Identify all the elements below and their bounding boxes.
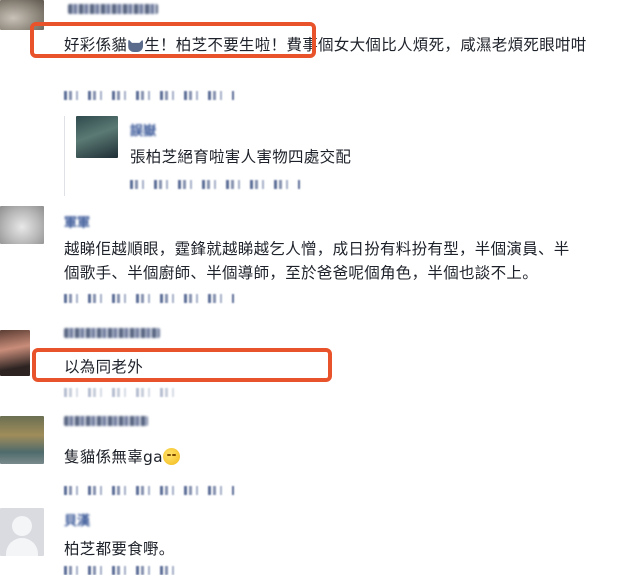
commenter-name[interactable]	[64, 416, 148, 426]
comment-text: 好彩係貓 生！柏芝不要生啦！費事個女大個比人煩死，咸濕老煩死眼咁咁	[64, 36, 587, 54]
avatar[interactable]	[0, 416, 44, 464]
avatar[interactable]	[0, 330, 30, 376]
comment-actions[interactable]	[64, 91, 234, 100]
commenter-name[interactable]	[68, 4, 158, 14]
comment-text: 以為同老外	[64, 358, 144, 376]
reply-avatar[interactable]	[76, 116, 118, 158]
smiley-icon	[162, 448, 180, 465]
commenter-name[interactable]: 貝漢	[64, 510, 90, 529]
comment-text: 隻貓係無辜ga	[64, 446, 180, 468]
comment-6: 貝漢 柏芝都要食嘢。	[0, 508, 640, 575]
avatar[interactable]	[0, 508, 44, 556]
avatar[interactable]	[0, 206, 44, 244]
cat-face-icon	[128, 39, 144, 52]
comment-text-line-2: 個歌手、半個廚師、半個導師，至於爸爸呢個角色，半個也談不上。	[64, 264, 539, 282]
commenter-name[interactable]	[64, 328, 160, 338]
reply-comment: 誤嶽 張柏芝絕育啦害人害物四處交配	[0, 116, 640, 196]
comment-5: 隻貓係無辜ga	[0, 408, 640, 498]
comment-actions[interactable]	[64, 486, 234, 495]
reply-text: 張柏芝絕育啦害人害物四處交配	[130, 148, 352, 166]
comment-3: 軍軍 越睇佢越順眼，霆鋒就越睇越乞人憎，成日扮有料扮有型，半個演員、半 個歌手、…	[0, 206, 640, 306]
comment-text: 柏芝都要食嘢。	[64, 540, 175, 558]
avatar[interactable]	[0, 0, 44, 30]
comment-4: 以為同老外	[0, 322, 640, 397]
default-avatar-icon	[12, 516, 32, 536]
reply-actions[interactable]	[130, 180, 300, 189]
commenter-name[interactable]: 軍軍	[64, 212, 90, 231]
reply-name[interactable]: 誤嶽	[130, 120, 156, 139]
comment-text-line-1: 越睇佢越順眼，霆鋒就越睇越乞人憎，成日扮有料扮有型，半個演員、半	[64, 240, 570, 258]
comment-actions[interactable]	[64, 388, 184, 397]
comment-actions[interactable]	[64, 294, 234, 303]
comment-1: 好彩係貓 生！柏芝不要生啦！費事個女大個比人煩死，咸濕老煩死眼咁咁	[0, 0, 640, 110]
